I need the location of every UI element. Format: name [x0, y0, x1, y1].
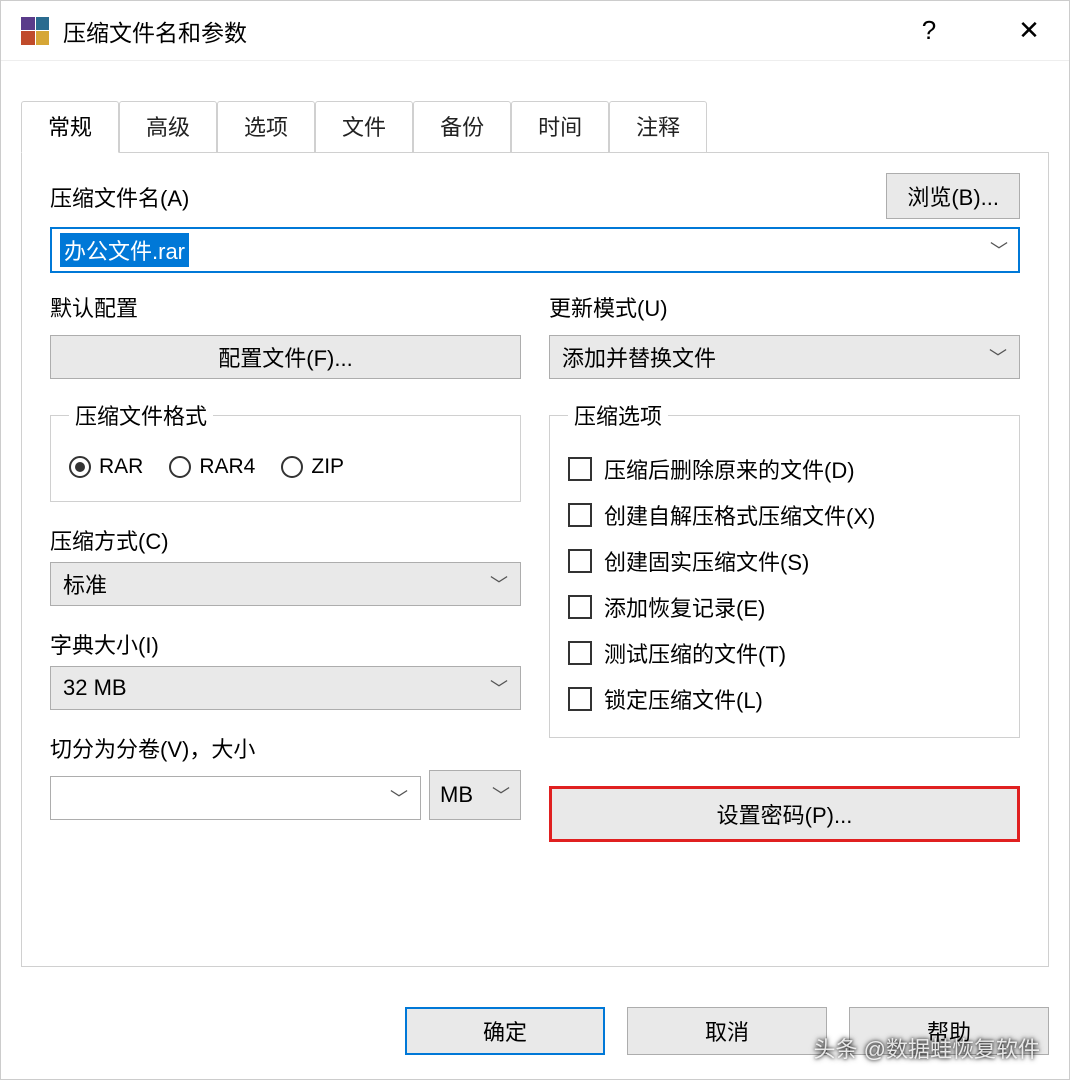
- check-lock[interactable]: 锁定压缩文件(L): [568, 683, 1001, 715]
- tab-advanced[interactable]: 高级: [119, 101, 217, 153]
- radio-zip[interactable]: ZIP: [281, 455, 344, 479]
- split-unit-value: MB: [440, 782, 473, 808]
- set-password-button[interactable]: 设置密码(P)...: [549, 786, 1020, 842]
- default-profile-label: 默认配置: [50, 291, 521, 323]
- update-mode-select[interactable]: 添加并替换文件 ﹀: [549, 335, 1020, 379]
- dict-value: 32 MB: [63, 675, 127, 701]
- dict-label: 字典大小(I): [50, 628, 521, 660]
- checkbox-icon: [568, 595, 592, 619]
- tab-bar: 常规 高级 选项 文件 备份 时间 注释: [21, 101, 1049, 152]
- titlebar: 压缩文件名和参数 ? ✕: [1, 1, 1069, 61]
- dialog-window: 压缩文件名和参数 ? ✕ 常规 高级 选项 文件 备份 时间 注释 压缩文件名(…: [0, 0, 1070, 1080]
- split-unit-select[interactable]: MB ﹀: [429, 770, 521, 820]
- split-label: 切分为分卷(V)，大小: [50, 732, 521, 764]
- profile-button[interactable]: 配置文件(F)...: [50, 335, 521, 379]
- options-group: 压缩选项 压缩后删除原来的文件(D) 创建自解压格式压缩文件(X): [549, 399, 1020, 738]
- check-sfx[interactable]: 创建自解压格式压缩文件(X): [568, 499, 1001, 531]
- tab-time[interactable]: 时间: [511, 101, 609, 153]
- checkbox-icon: [568, 549, 592, 573]
- checkbox-icon: [568, 687, 592, 711]
- split-size-input[interactable]: ﹀: [50, 776, 421, 820]
- ok-button[interactable]: 确定: [405, 1007, 605, 1055]
- format-group: 压缩文件格式 RAR RAR4: [50, 399, 521, 502]
- chevron-down-icon: ﹀: [989, 344, 1007, 370]
- browse-button[interactable]: 浏览(B)...: [886, 173, 1020, 219]
- tab-page-general: 压缩文件名(A) 浏览(B)... 办公文件.rar ﹀ 默认配置 配置文件(F…: [21, 152, 1049, 967]
- method-label: 压缩方式(C): [50, 524, 521, 556]
- checkbox-icon: [568, 503, 592, 527]
- radio-rar4[interactable]: RAR4: [169, 455, 255, 479]
- options-group-label: 压缩选项: [568, 399, 668, 431]
- radio-rar[interactable]: RAR: [69, 455, 143, 479]
- dict-select[interactable]: 32 MB ﹀: [50, 666, 521, 710]
- window-title: 压缩文件名和参数: [63, 14, 909, 48]
- chevron-down-icon: ﹀: [990, 237, 1008, 263]
- tab-comment[interactable]: 注释: [609, 101, 707, 153]
- dialog-footer: 确定 取消 帮助: [1, 987, 1069, 1079]
- archive-name-input[interactable]: 办公文件.rar ﹀: [50, 227, 1020, 273]
- tab-options[interactable]: 选项: [217, 101, 315, 153]
- update-mode-label: 更新模式(U): [549, 291, 1020, 323]
- chevron-down-icon: ﹀: [492, 782, 510, 808]
- winrar-icon: [21, 17, 49, 45]
- tab-backup[interactable]: 备份: [413, 101, 511, 153]
- cancel-button[interactable]: 取消: [627, 1007, 827, 1055]
- tab-general[interactable]: 常规: [21, 101, 119, 153]
- check-test[interactable]: 测试压缩的文件(T): [568, 637, 1001, 669]
- check-delete-after[interactable]: 压缩后删除原来的文件(D): [568, 453, 1001, 485]
- radio-icon: [281, 456, 303, 478]
- update-mode-value: 添加并替换文件: [562, 341, 716, 373]
- checkbox-icon: [568, 457, 592, 481]
- close-icon[interactable]: ✕: [1009, 15, 1049, 46]
- help-icon[interactable]: ?: [909, 15, 949, 46]
- chevron-down-icon: ﹀: [490, 571, 508, 597]
- radio-icon: [169, 456, 191, 478]
- help-button[interactable]: 帮助: [849, 1007, 1049, 1055]
- chevron-down-icon: ﹀: [390, 785, 408, 811]
- method-select[interactable]: 标准 ﹀: [50, 562, 521, 606]
- tab-files[interactable]: 文件: [315, 101, 413, 153]
- chevron-down-icon: ﹀: [490, 675, 508, 701]
- method-value: 标准: [63, 568, 107, 600]
- check-recovery[interactable]: 添加恢复记录(E): [568, 591, 1001, 623]
- format-group-label: 压缩文件格式: [69, 399, 213, 431]
- archive-name-label: 压缩文件名(A): [50, 181, 189, 213]
- radio-icon: [69, 456, 91, 478]
- archive-name-value: 办公文件.rar: [60, 233, 189, 267]
- checkbox-icon: [568, 641, 592, 665]
- check-solid[interactable]: 创建固实压缩文件(S): [568, 545, 1001, 577]
